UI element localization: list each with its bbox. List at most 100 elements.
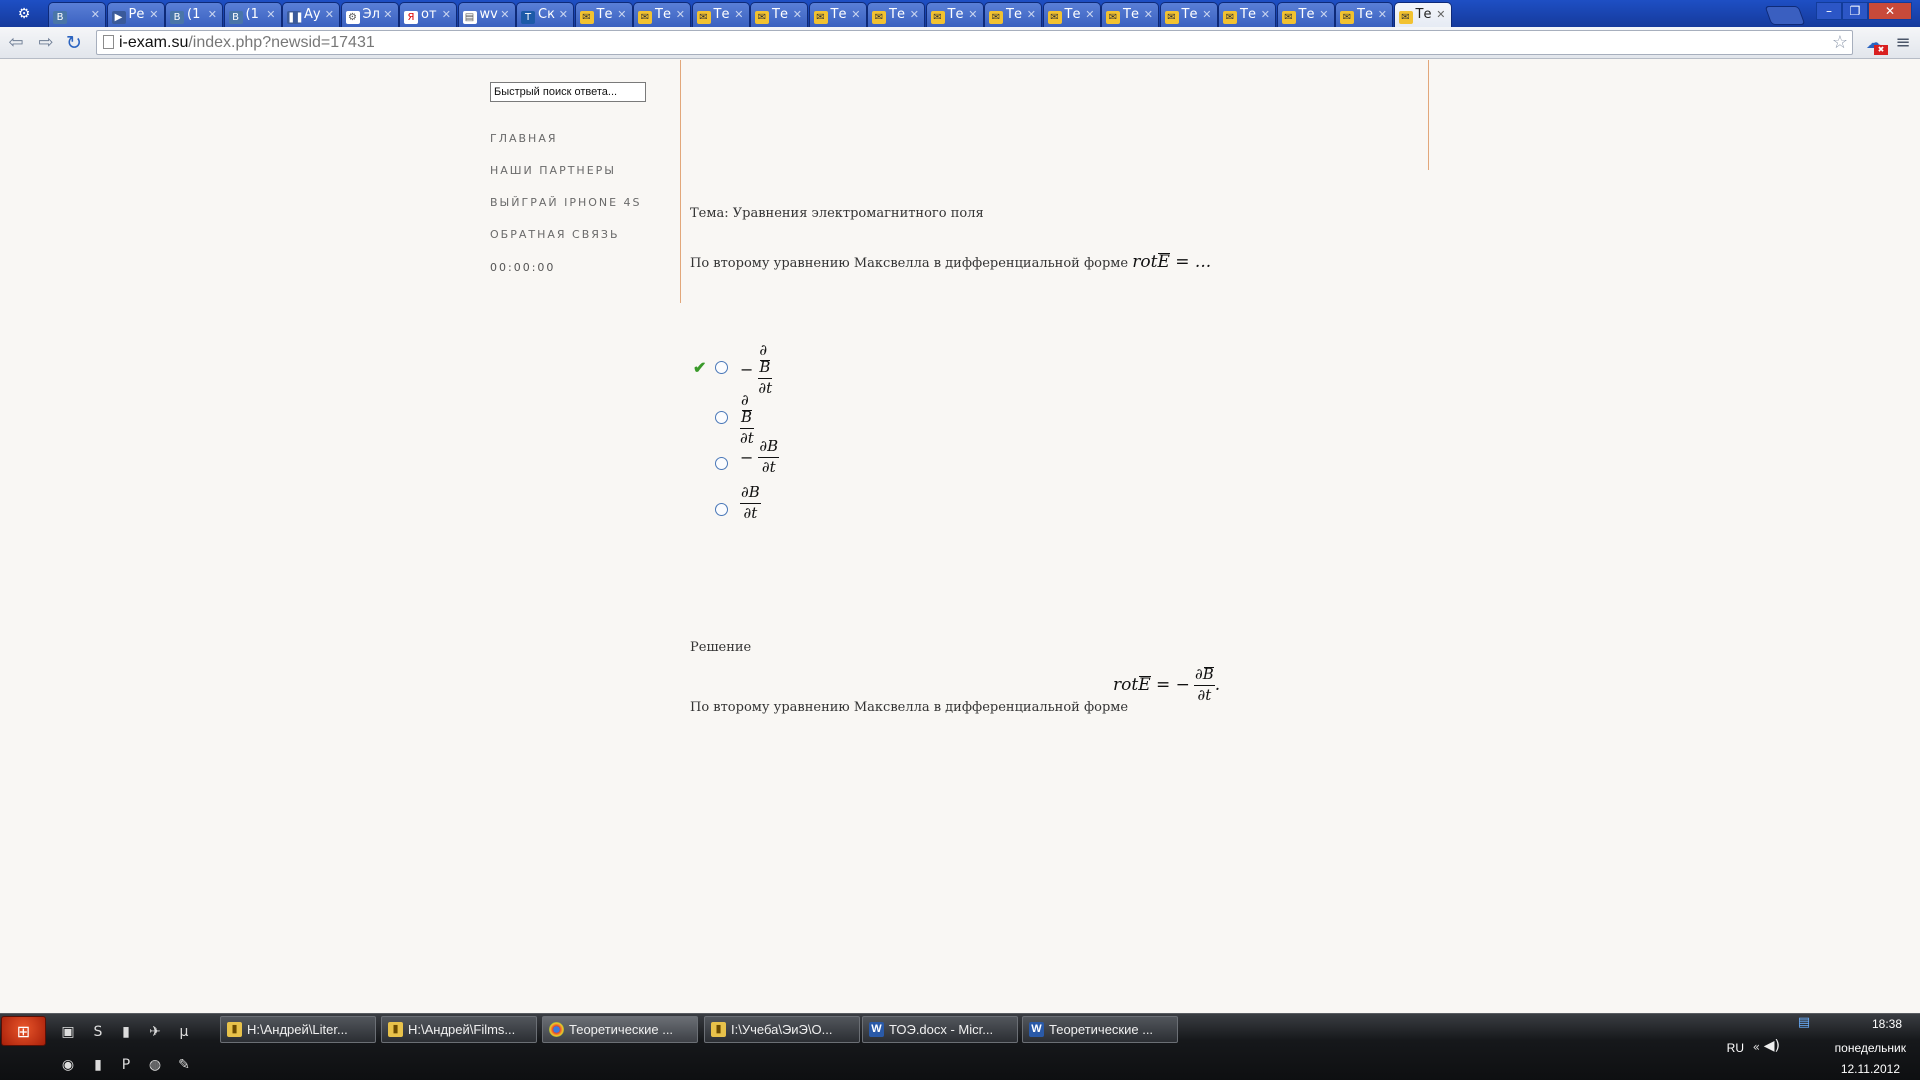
clock-time[interactable]: 18:38 [1872,1017,1902,1031]
browser-tab[interactable]: ✉ Те ✕ [1276,2,1335,27]
browser-tab[interactable]: В ✕ [48,2,106,27]
answer-radio[interactable] [715,361,728,374]
tab-close-icon[interactable]: ✕ [1378,3,1387,26]
taskbar-button[interactable]: W Теоретические ... [1022,1016,1178,1043]
tab-close-icon[interactable]: ✕ [559,3,568,26]
correct-check-icon: ✔ [693,358,707,377]
answer-radio[interactable] [715,411,728,424]
browser-tab[interactable]: В (1 ✕ [223,2,282,27]
network-icon[interactable]: ▤ [1794,1015,1814,1033]
quicklaunch-tool-icon[interactable]: ✎ [174,1055,194,1075]
reload-icon[interactable]: ↻ [62,31,86,55]
tab-close-icon[interactable]: ✕ [1085,3,1094,26]
browser-tab[interactable]: ✉ Те ✕ [1218,2,1276,27]
quicklaunch-explorer-icon[interactable]: ▣ [58,1022,78,1042]
tab-close-icon[interactable]: ✕ [500,3,509,26]
browser-tab[interactable]: ✉ Те ✕ [925,2,984,27]
forward-icon[interactable]: ⇨ [34,31,58,55]
tab-close-icon[interactable]: ✕ [208,3,217,26]
tab-close-icon[interactable]: ✕ [1319,3,1328,26]
tab-label: от [421,7,437,22]
tab-close-icon[interactable]: ✕ [1261,3,1270,26]
browser-tab[interactable]: ⚙ Эл ✕ [340,2,399,27]
tab-label: Те [1240,7,1256,22]
taskbar-button[interactable]: Теоретические ... [542,1016,698,1043]
browser-tab[interactable]: ✉ Те ✕ [1042,2,1101,27]
browser-tab[interactable]: T Ск ✕ [516,2,574,27]
browser-tab[interactable]: ✉ Те ✕ [1335,2,1393,27]
quicklaunch-files-icon[interactable]: ▮ [88,1055,108,1075]
nav-win-iphone[interactable]: ВЫЙГРАЙ IPHONE 4S [490,196,642,228]
answer-radio[interactable] [715,457,728,470]
browser-tab[interactable]: ✉ Те ✕ [691,2,750,27]
taskbar-button[interactable]: ▮ H:\Андрей\Films... [381,1016,537,1043]
tab-close-icon[interactable]: ✕ [851,3,860,26]
tab-close-icon[interactable]: ✕ [1436,3,1445,26]
browser-tab[interactable]: ▶ Ре ✕ [106,2,165,27]
language-indicator[interactable]: RU [1727,1041,1744,1055]
browser-tab[interactable]: ✉ Те ✕ [1159,2,1218,27]
quicklaunch-premiere-icon[interactable]: P [116,1055,136,1075]
new-tab-button[interactable] [1764,6,1806,25]
tab-close-icon[interactable]: ✕ [1027,3,1036,26]
start-button[interactable]: ⊞ [1,1016,46,1046]
tab-favicon-icon: ✉ [930,11,945,24]
tab-close-icon[interactable]: ✕ [325,3,334,26]
browser-tab[interactable]: ✉ Те ✕ [750,2,808,27]
browser-tab[interactable]: ✉ Те ✕ [1101,2,1159,27]
search-input[interactable] [490,82,646,102]
tab-label: Эл [362,7,380,22]
tab-close-icon[interactable]: ✕ [266,3,275,26]
taskbar-button-label: ТОЭ.docx - Micr... [889,1022,994,1037]
quicklaunch-player-icon[interactable]: ◉ [58,1055,78,1075]
quicklaunch-folder-icon[interactable]: ▮ [116,1022,136,1042]
tab-close-icon[interactable]: ✕ [968,3,977,26]
address-bar[interactable]: i-exam.su/index.php?newsid=17431 ☆ [96,30,1853,55]
tab-close-icon[interactable]: ✕ [734,3,743,26]
tab-close-icon[interactable]: ✕ [383,3,392,26]
minimize-button[interactable]: – [1816,2,1842,20]
tray-expand-icon[interactable]: « [1753,1040,1760,1054]
app-menu-icon[interactable]: ⚙ [6,3,42,25]
bookmark-star-icon[interactable]: ☆ [1832,31,1848,54]
quicklaunch-torrent-icon[interactable]: µ [174,1022,194,1042]
nav-feedback[interactable]: ОБРАТНАЯ СВЯЗЬ [490,228,642,260]
chrome-icon [549,1022,564,1037]
answer-radio[interactable] [715,503,728,516]
tab-favicon-icon: ✉ [755,11,769,24]
browser-tab[interactable]: ❚❚Ау ✕ [282,2,340,27]
browser-tab[interactable]: ✉ Те ✕ [808,2,867,27]
tab-close-icon[interactable]: ✕ [1144,3,1153,26]
tab-close-icon[interactable]: ✕ [910,3,919,26]
taskbar-button[interactable]: W ТОЭ.docx - Micr... [862,1016,1018,1043]
browser-tab[interactable]: Яот ✕ [399,2,457,27]
tab-close-icon[interactable]: ✕ [149,3,158,26]
quicklaunch-skype-icon[interactable]: S [88,1022,108,1042]
browser-tab[interactable]: ✉ Те ✕ [633,2,691,27]
browser-tab[interactable]: В (1 ✕ [165,2,223,27]
extension-badge: ✖ [1874,45,1888,55]
tab-close-icon[interactable]: ✕ [793,3,802,26]
restore-button[interactable]: ❐ [1842,2,1868,20]
menu-icon[interactable]: ≡ [1892,31,1914,55]
tab-close-icon[interactable]: ✕ [1202,3,1211,26]
close-button[interactable]: ✕ [1868,2,1912,20]
tab-close-icon[interactable]: ✕ [676,3,685,26]
tab-close-icon[interactable]: ✕ [442,3,451,26]
quicklaunch-app-icon[interactable]: ✈ [145,1022,165,1042]
fraction-numerator: ∂B [758,438,780,458]
browser-tab[interactable]: ▤ wv ✕ [457,2,516,27]
browser-tab[interactable]: ✉ Те ✕ [984,2,1042,27]
taskbar-button[interactable]: ▮ H:\Андрей\Liter... [220,1016,376,1043]
browser-tab[interactable]: ✉ Те ✕ [1393,2,1452,27]
tab-close-icon[interactable]: ✕ [91,3,100,26]
nav-home[interactable]: ГЛАВНАЯ [490,132,642,164]
nav-partners[interactable]: НАШИ ПАРТНЕРЫ [490,164,642,196]
quicklaunch-chrome-icon[interactable]: ◍ [145,1055,165,1075]
taskbar-button[interactable]: ▮ I:\Учеба\ЭиЭ\О... [704,1016,860,1043]
volume-icon[interactable]: ◀) [1764,1038,1780,1054]
browser-tab[interactable]: ✉ Те ✕ [574,2,633,27]
back-icon[interactable]: ⇦ [4,31,28,55]
tab-close-icon[interactable]: ✕ [617,3,626,26]
browser-tab[interactable]: ✉ Те ✕ [867,2,925,27]
